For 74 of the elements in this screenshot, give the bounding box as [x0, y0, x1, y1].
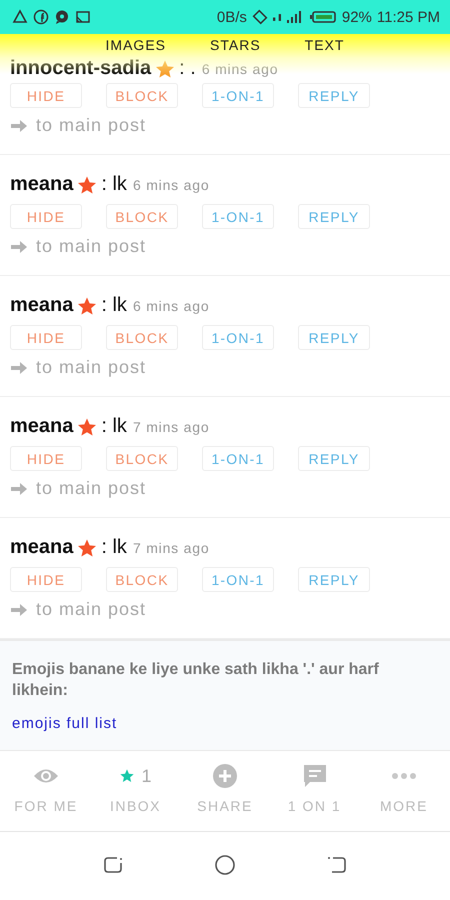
plus-icon[interactable] — [212, 763, 238, 789]
nav-label[interactable]: FOR ME — [14, 798, 78, 814]
private-chat-button[interactable]: 1-ON-1 — [202, 325, 274, 350]
comment-text: : lk — [101, 415, 127, 438]
author-name[interactable]: innocent-sadia — [10, 57, 152, 80]
reply-button[interactable]: REPLY — [298, 83, 370, 108]
author-name[interactable]: meana — [10, 294, 74, 317]
private-chat-button[interactable]: 1-ON-1 — [202, 446, 274, 471]
comment-text: : lk — [101, 536, 127, 559]
author-name[interactable]: meana — [10, 415, 74, 438]
alert-icon — [12, 9, 28, 25]
recent-apps-icon[interactable] — [102, 854, 124, 876]
cast-icon — [75, 9, 91, 25]
timestamp: 7 mins ago — [132, 419, 210, 435]
hide-button[interactable]: HIDE — [10, 325, 82, 350]
reply-button[interactable]: REPLY — [298, 325, 370, 350]
reply-button[interactable]: REPLY — [298, 446, 370, 471]
timestamp: 6 mins ago — [132, 177, 210, 193]
rotate-icon — [252, 9, 268, 25]
hide-button[interactable]: HIDE — [10, 567, 82, 592]
timestamp: 6 mins ago — [132, 298, 210, 314]
hide-button[interactable]: HIDE — [10, 204, 82, 229]
arrow-icon — [10, 240, 28, 254]
back-icon[interactable] — [326, 854, 348, 876]
timestamp: 6 mins ago — [202, 61, 278, 77]
block-button[interactable]: BLOCK — [106, 446, 178, 471]
network-speed: 0B/s — [216, 8, 247, 26]
clock: 11:25 PM — [376, 8, 440, 26]
hide-button[interactable]: HIDE — [10, 446, 82, 471]
reply-button[interactable]: REPLY — [298, 567, 370, 592]
nav-label[interactable]: INBOX — [110, 798, 162, 814]
notice-text: Emojis banane ke liye unke sath likha '.' aur harf likhein: — [12, 660, 380, 701]
arrow-icon — [10, 118, 28, 132]
private-chat-button[interactable]: 1-ON-1 — [202, 204, 274, 229]
tab[interactable]: STARS — [210, 37, 261, 54]
reply-button[interactable]: REPLY — [298, 204, 370, 229]
block-button[interactable]: BLOCK — [106, 325, 178, 350]
message-icon[interactable] — [302, 763, 328, 789]
comment-text: : lk — [101, 294, 127, 317]
hide-button[interactable]: HIDE — [10, 83, 82, 108]
author-name[interactable]: meana — [10, 173, 74, 196]
main-post-link[interactable]: to main post — [36, 236, 146, 257]
main-post-link[interactable]: to main post — [36, 357, 146, 378]
home-icon[interactable] — [214, 854, 236, 876]
comment-text: : lk — [101, 173, 127, 196]
block-button[interactable]: BLOCK — [106, 83, 178, 108]
private-chat-button[interactable]: 1-ON-1 — [202, 567, 274, 592]
star-icon[interactable] — [119, 768, 136, 784]
tab[interactable]: IMAGES — [106, 37, 166, 54]
main-post-link[interactable]: to main post — [36, 599, 146, 620]
chat-bubble-icon — [54, 9, 70, 25]
nav-label[interactable]: SHARE — [197, 798, 253, 814]
emoji-list-link[interactable]: emojis full list — [12, 715, 118, 732]
timestamp: 7 mins ago — [132, 540, 210, 556]
nav-label[interactable]: 1 ON 1 — [288, 798, 342, 814]
block-button[interactable]: BLOCK — [106, 567, 178, 592]
nav-label[interactable]: MORE — [380, 798, 428, 814]
tab[interactable]: TEXT — [304, 37, 344, 54]
more-icon[interactable] — [391, 772, 417, 780]
signal-icon — [272, 14, 281, 20]
main-post-link[interactable]: to main post — [36, 478, 146, 499]
signal-icon — [286, 9, 304, 25]
comment-text: : . — [179, 57, 196, 80]
battery-icon — [308, 9, 337, 25]
arrow-icon — [10, 602, 28, 616]
main-post-link[interactable]: to main post — [36, 115, 146, 136]
block-button[interactable]: BLOCK — [106, 204, 178, 229]
arrow-icon — [10, 482, 28, 496]
battery-level: 92% — [342, 8, 372, 26]
author-name[interactable]: meana — [10, 536, 74, 559]
arrow-icon — [10, 360, 28, 374]
eye-icon[interactable] — [33, 767, 59, 785]
private-chat-button[interactable]: 1-ON-1 — [202, 83, 274, 108]
unread-count: 1 — [141, 766, 152, 786]
